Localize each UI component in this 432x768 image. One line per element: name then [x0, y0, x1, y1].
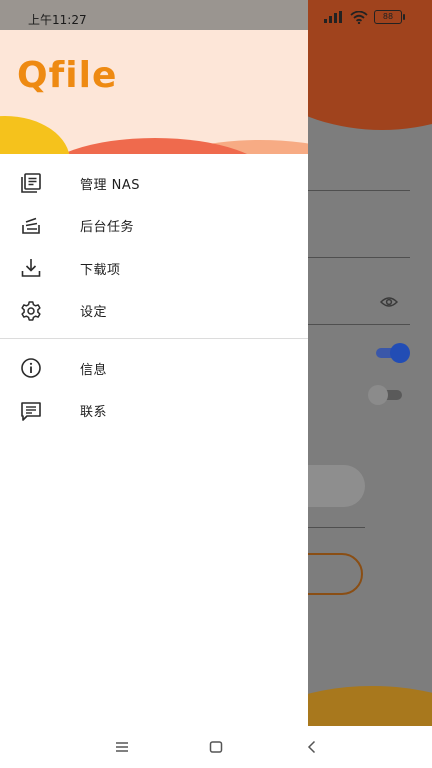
drawer-menu: 管理 NAS 后台任务 下载项 设定 信息 联系: [0, 162, 308, 432]
background-field-underline: [308, 324, 410, 325]
menu-item-label: 管理 NAS: [80, 177, 141, 193]
menu-divider: [0, 338, 308, 339]
menu-item-label: 信息: [80, 362, 108, 378]
menu-item-label: 下载项: [80, 262, 121, 278]
manage-nas-icon: [21, 173, 41, 194]
menu-item-label: 后台任务: [80, 220, 135, 236]
menu-item-downloads[interactable]: 下载项: [0, 247, 308, 290]
background-field-underline: [308, 527, 365, 528]
menu-icon[interactable]: [112, 737, 132, 757]
menu-item-contact[interactable]: 联系: [0, 390, 308, 433]
status-icons: 88: [324, 9, 405, 25]
home-icon[interactable]: [206, 737, 226, 757]
header-decor: [0, 116, 70, 154]
show-password-icon: [380, 297, 398, 307]
menu-item-settings[interactable]: 设定: [0, 290, 308, 333]
message-icon: [21, 401, 41, 421]
menu-item-background-tasks[interactable]: 后台任务: [0, 205, 308, 248]
gear-icon: [21, 301, 41, 321]
background-tasks-icon: [22, 217, 40, 234]
status-time: 上午11:27: [28, 13, 87, 27]
menu-item-label: 联系: [80, 405, 108, 421]
wifi-icon: [350, 10, 368, 24]
menu-item-info[interactable]: 信息: [0, 347, 308, 390]
download-icon: [21, 259, 41, 278]
system-nav-bar: [0, 726, 432, 768]
signal-icon: [324, 11, 342, 23]
status-bar: 上午11:27 88: [0, 0, 432, 30]
menu-item-manage-nas[interactable]: 管理 NAS: [0, 162, 308, 205]
background-field-underline: [308, 257, 410, 258]
background-toggle-off: [368, 385, 402, 405]
navigation-drawer: Qfile 管理 NAS 后台任务 下载项 设定 信息 联系: [0, 0, 308, 726]
info-icon: [21, 358, 41, 379]
menu-item-label: 设定: [80, 305, 108, 321]
background-field-underline: [308, 190, 410, 191]
back-icon[interactable]: [302, 737, 322, 757]
app-logo: Qfile: [17, 55, 118, 96]
background-toggle-on: [376, 343, 410, 363]
battery-icon: 88: [374, 10, 405, 24]
